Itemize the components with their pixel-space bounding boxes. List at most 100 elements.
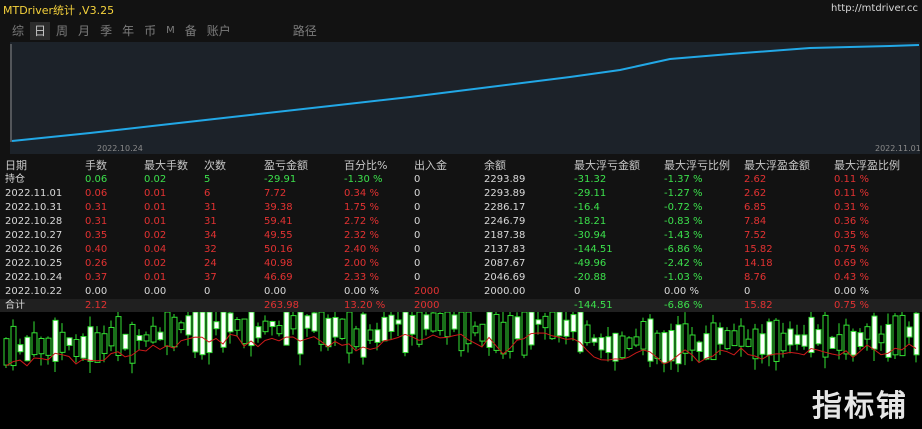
candle-body bbox=[80, 336, 87, 359]
cell-percent: -1.30 % bbox=[344, 174, 383, 185]
candle-body bbox=[451, 314, 458, 330]
candle-body bbox=[150, 325, 157, 343]
cell-max-float-loss: -144.51 bbox=[574, 244, 613, 255]
tab-currency[interactable]: 币 bbox=[140, 22, 160, 40]
candle-body bbox=[549, 312, 556, 340]
candle-body bbox=[227, 312, 234, 333]
candle-body bbox=[290, 315, 297, 330]
candle-body bbox=[409, 314, 416, 335]
table-row: 持仓 0.06 0.02 5 -29.91 -1.30 % 0 2293.89 … bbox=[0, 173, 922, 187]
cell-date: 2022.11.01 bbox=[5, 188, 63, 199]
candle-body bbox=[283, 312, 290, 346]
cell-date: 2022.10.27 bbox=[5, 230, 63, 241]
table-total-row: 合计 2.12 263.98 13.20 % 2000 -144.51 -6.8… bbox=[0, 299, 922, 313]
candle-body bbox=[584, 324, 591, 344]
candle-body bbox=[122, 333, 129, 350]
cell-balance: 2246.79 bbox=[484, 216, 526, 227]
candle-body bbox=[913, 312, 920, 356]
cell-deposit: 0 bbox=[414, 216, 421, 227]
candle-body bbox=[430, 312, 437, 332]
cell-max-float-profit: 14.18 bbox=[744, 258, 773, 269]
cell-max-lots: 0.01 bbox=[144, 216, 167, 227]
col-date: 日期 bbox=[5, 159, 27, 172]
candle-body bbox=[297, 312, 304, 355]
candle-body bbox=[388, 314, 395, 332]
tab-month[interactable]: 月 bbox=[74, 22, 94, 40]
candle-body bbox=[332, 316, 339, 338]
watermark: 指标铺 bbox=[812, 389, 908, 424]
cell-total-max-float-loss: -144.51 bbox=[574, 300, 613, 311]
candle-body bbox=[255, 326, 262, 339]
col-max-float-profit: 最大浮盈金额 bbox=[744, 159, 810, 172]
candle-body bbox=[248, 312, 255, 347]
candle-body bbox=[24, 336, 31, 362]
tab-day[interactable]: 日 bbox=[30, 22, 51, 40]
cell-max-float-profit: 7.84 bbox=[744, 216, 767, 227]
table-row: 2022.10.31 0.31 0.01 31 39.38 1.75 % 0 2… bbox=[0, 201, 922, 215]
candle-body bbox=[220, 312, 227, 348]
col-pnl: 盈亏金额 bbox=[264, 159, 308, 172]
cell-deposit: 0 bbox=[414, 272, 421, 283]
cell-percent: 2.32 % bbox=[344, 230, 379, 241]
cell-balance: 2000.00 bbox=[484, 286, 526, 297]
col-trades: 次数 bbox=[204, 159, 226, 172]
tab-summary[interactable]: 综 bbox=[8, 22, 28, 40]
candle-body bbox=[360, 313, 367, 358]
candle-body bbox=[703, 333, 710, 360]
cell-max-float-profit: 8.76 bbox=[744, 272, 767, 283]
candle-body bbox=[17, 344, 24, 353]
candle-body bbox=[402, 312, 409, 354]
candle-body bbox=[171, 316, 178, 348]
cell-max-lots: 0.01 bbox=[144, 272, 167, 283]
candle-body bbox=[542, 315, 549, 329]
candle-body bbox=[185, 315, 192, 336]
candle-body bbox=[528, 312, 535, 346]
candle-body bbox=[801, 334, 808, 347]
candle-body bbox=[843, 324, 850, 355]
candle-body bbox=[689, 334, 696, 351]
balance-chart-svg bbox=[10, 44, 920, 142]
cell-trades: 31 bbox=[204, 216, 217, 227]
tab-account[interactable]: 账户 bbox=[203, 22, 235, 40]
cell-deposit: 0 bbox=[414, 188, 421, 199]
cell-max-float-loss-pct: -6.86 % bbox=[664, 244, 703, 255]
cell-max-float-loss-pct: -1.43 % bbox=[664, 230, 703, 241]
candle-body bbox=[94, 332, 101, 363]
cell-max-float-loss: -20.88 bbox=[574, 272, 607, 283]
candle-body bbox=[766, 321, 773, 356]
tab-week[interactable]: 周 bbox=[52, 22, 72, 40]
tab-year[interactable]: 年 bbox=[118, 22, 138, 40]
candle-body bbox=[38, 337, 45, 355]
cell-trades: 32 bbox=[204, 244, 217, 255]
cell-deposit: 2000 bbox=[414, 286, 440, 297]
col-max-float-profit-pct: 最大浮盈比例 bbox=[834, 159, 900, 172]
cell-lots: 0.31 bbox=[85, 202, 108, 213]
cell-max-float-profit-pct: 0.69 % bbox=[834, 258, 869, 269]
cell-balance: 2293.89 bbox=[484, 188, 526, 199]
cell-deposit: 0 bbox=[414, 244, 421, 255]
tab-path[interactable]: 路径 bbox=[289, 22, 321, 40]
candle-body bbox=[661, 332, 668, 364]
cell-max-float-loss-pct: -0.72 % bbox=[664, 202, 703, 213]
cell-pnl: 46.69 bbox=[264, 272, 293, 283]
site-link[interactable]: http://mtdriver.cc bbox=[831, 3, 918, 14]
tab-backup[interactable]: 备 bbox=[181, 22, 201, 40]
table-row: 2022.10.24 0.37 0.01 37 46.69 2.33 % 0 2… bbox=[0, 271, 922, 285]
candle-body bbox=[136, 335, 143, 341]
cell-percent: 0.00 % bbox=[344, 286, 379, 297]
candle-body bbox=[500, 321, 507, 355]
candle-body bbox=[206, 312, 213, 354]
cell-max-float-loss: -49.96 bbox=[574, 258, 607, 269]
col-max-float-loss-pct: 最大浮亏比例 bbox=[664, 159, 730, 172]
tab-quarter[interactable]: 季 bbox=[96, 22, 116, 40]
candle-body bbox=[52, 319, 59, 362]
candle-body bbox=[143, 334, 150, 342]
candle-body bbox=[640, 321, 647, 350]
cell-max-float-profit: 0 bbox=[744, 286, 751, 297]
candle-body bbox=[752, 328, 759, 360]
tab-m[interactable]: M bbox=[162, 22, 179, 40]
candle-body bbox=[45, 337, 52, 356]
cell-max-float-profit-pct: 0.75 % bbox=[834, 244, 869, 255]
cell-max-lots: 0.02 bbox=[144, 258, 167, 269]
candle-body bbox=[570, 314, 577, 333]
